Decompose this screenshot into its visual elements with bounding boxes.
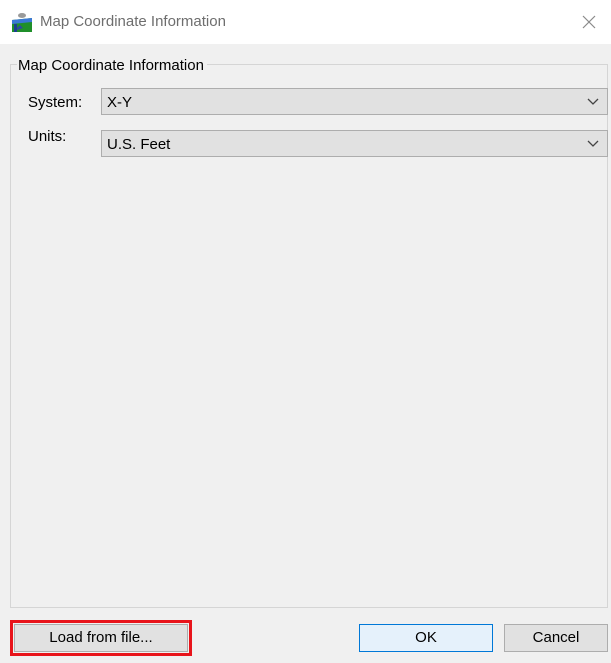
load-from-file-button[interactable]: Load from file...: [14, 624, 188, 652]
system-dropdown[interactable]: X-Y: [101, 88, 608, 115]
chevron-down-icon: [587, 140, 599, 147]
system-label: System:: [28, 94, 83, 111]
cancel-button[interactable]: Cancel: [504, 624, 608, 652]
close-icon: [582, 15, 596, 29]
title-bar: Map Coordinate Information: [0, 0, 611, 44]
chevron-down-icon: [587, 98, 599, 105]
ok-button[interactable]: OK: [359, 624, 493, 652]
system-value: X-Y: [107, 94, 133, 111]
units-label: Units:: [28, 128, 67, 145]
map-coordinate-dialog: Map Coordinate Information Map Coordinat…: [0, 0, 611, 663]
units-dropdown[interactable]: U.S. Feet: [101, 130, 608, 157]
close-button[interactable]: [567, 0, 611, 44]
window-title: Map Coordinate Information: [40, 13, 226, 30]
map-app-icon: [12, 13, 32, 32]
group-title: Map Coordinate Information: [17, 57, 207, 75]
dialog-body: Map Coordinate Information System: X-Y U…: [0, 44, 611, 663]
units-value: U.S. Feet: [107, 136, 171, 153]
